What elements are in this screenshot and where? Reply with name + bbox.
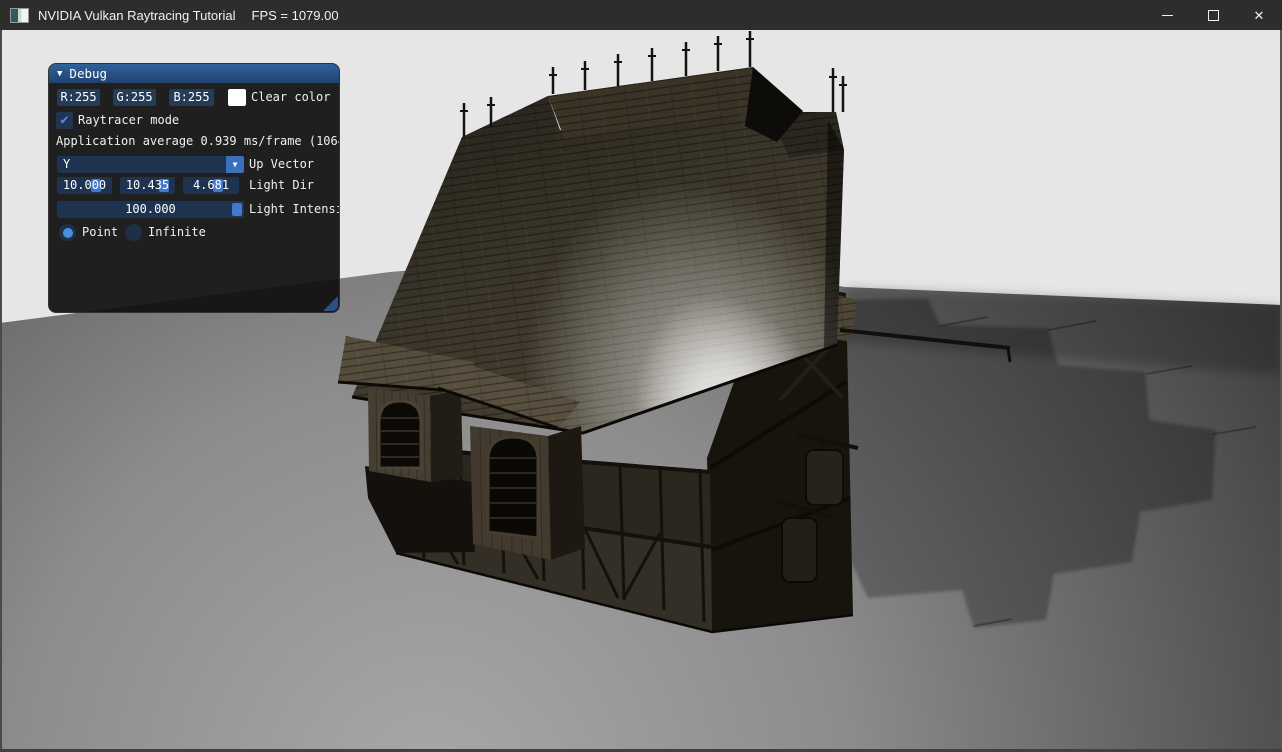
close-button[interactable]: ✕	[1236, 0, 1282, 30]
light-dir-y-slider[interactable]: 10.435	[120, 177, 175, 194]
light-intensity-value: 100.000	[57, 201, 244, 218]
light-dir-z-slider[interactable]: 4.681	[183, 177, 239, 194]
dropdown-arrow-icon[interactable]: ▼	[226, 156, 244, 173]
maximize-icon	[1208, 10, 1219, 21]
debug-panel: ▼ Debug R:255 G:255 B:255 Clear color ✔ …	[48, 63, 340, 313]
point-light-radio[interactable]	[59, 224, 76, 241]
light-dir-x-slider[interactable]: 10.000	[57, 177, 112, 194]
panel-resize-grip[interactable]	[323, 296, 338, 311]
maximize-button[interactable]	[1190, 0, 1236, 30]
infinite-light-radio[interactable]	[125, 224, 142, 241]
window-title: NVIDIA Vulkan Raytracing Tutorial	[38, 8, 236, 23]
clear-color-swatch[interactable]	[228, 89, 246, 106]
debug-panel-title: Debug	[69, 66, 107, 81]
app-window: NVIDIA Vulkan Raytracing Tutorial FPS = …	[0, 0, 1282, 752]
light-dir-y-value: 10.435	[120, 177, 175, 194]
light-dir-x-value: 10.000	[57, 177, 112, 194]
raytracer-label: Raytracer mode	[78, 112, 179, 129]
frame-stats-text: Application average 0.939 ms/frame (1064	[56, 134, 339, 149]
up-vector-value: Y	[63, 156, 70, 173]
collapse-arrow-icon[interactable]: ▼	[57, 69, 62, 79]
up-vector-label: Up Vector	[249, 156, 314, 173]
red-channel-button[interactable]: R:255	[57, 89, 100, 106]
window-border-left	[0, 30, 2, 752]
infinite-light-label: Infinite	[148, 224, 206, 241]
close-icon: ✕	[1254, 9, 1265, 22]
blue-channel-button[interactable]: B:255	[169, 89, 214, 106]
minimize-button[interactable]	[1144, 0, 1190, 30]
fps-counter: FPS = 1079.00	[252, 8, 339, 23]
up-vector-combo[interactable]: Y ▼	[57, 156, 244, 173]
raytracer-checkbox[interactable]: ✔	[56, 112, 73, 129]
point-light-label: Point	[82, 224, 118, 241]
debug-panel-header[interactable]: ▼ Debug	[49, 64, 339, 83]
light-intensity-label: Light Intensity	[249, 201, 340, 218]
titlebar[interactable]: NVIDIA Vulkan Raytracing Tutorial FPS = …	[0, 0, 1282, 31]
light-dir-label: Light Dir	[249, 177, 314, 194]
clear-color-label: Clear color	[251, 89, 330, 106]
light-intensity-slider[interactable]: 100.000	[57, 201, 244, 218]
green-channel-button[interactable]: G:255	[113, 89, 156, 106]
checkmark-icon: ✔	[60, 112, 68, 128]
app-icon	[10, 8, 29, 23]
light-dir-z-value: 4.681	[183, 177, 239, 194]
minimize-icon	[1162, 15, 1173, 16]
